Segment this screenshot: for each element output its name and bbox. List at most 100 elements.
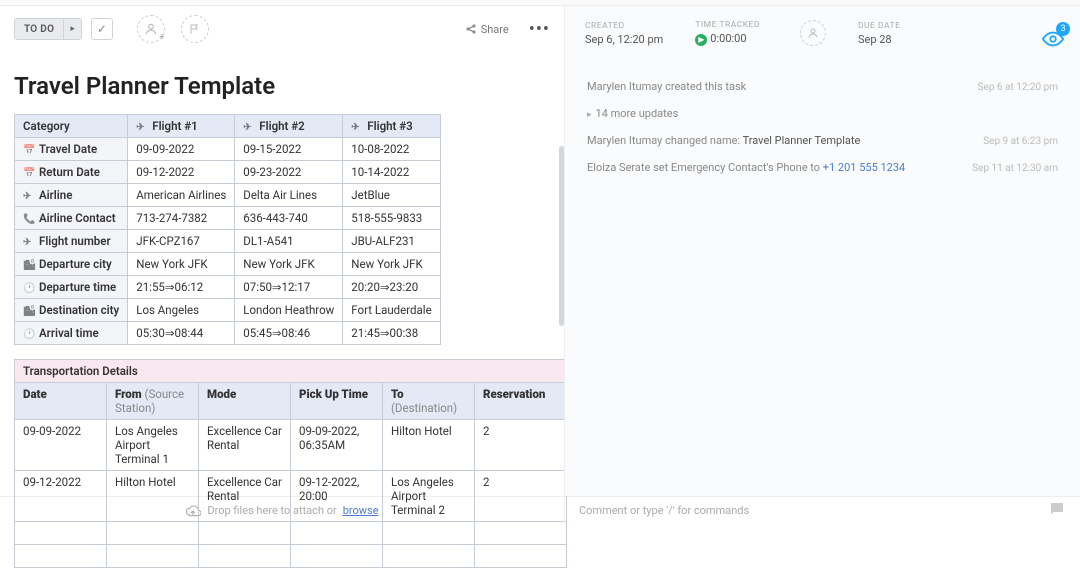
row-icon: 🕐	[23, 329, 35, 340]
activity-pane: CREATED Sep 6, 12:20 pm TIME TRACKED ▶0:…	[564, 6, 1080, 496]
flights-cell[interactable]: Delta Air Lines	[235, 184, 343, 207]
activity-timestamp: Sep 6 at 12:20 pm	[978, 82, 1058, 93]
transport-cell[interactable]	[107, 545, 199, 568]
transport-cell[interactable]: 2	[475, 471, 567, 522]
flights-cell[interactable]: DL1-A541	[235, 230, 343, 253]
activity-log: Marylen Itumay created this taskSep 6 at…	[565, 60, 1080, 208]
transport-cell[interactable]: Excellence Car Rental	[199, 420, 291, 471]
flights-cell[interactable]: Fort Lauderdale	[343, 299, 440, 322]
row-icon: 📅	[23, 168, 35, 179]
activity-more-updates[interactable]: ▸14 more updates	[587, 107, 1058, 120]
table-row: 09-12-2022Hilton HotelExcellence Car Ren…	[15, 471, 567, 522]
transport-cell[interactable]: Los Angeles Airport Terminal 2	[383, 471, 475, 522]
transport-header: From (Source Station)	[107, 383, 199, 420]
flights-cell[interactable]: 09-12-2022	[128, 161, 235, 184]
transport-cell[interactable]	[107, 522, 199, 545]
flight-icon: ✈	[243, 122, 255, 133]
activity-timestamp: Sep 9 at 6:23 pm	[983, 136, 1058, 147]
transport-cell[interactable]	[475, 545, 567, 568]
share-button[interactable]: Share	[465, 23, 509, 36]
flights-row-header: ✈Flight number	[15, 230, 128, 253]
status-button[interactable]: TO DO ▸	[14, 18, 82, 40]
flights-cell[interactable]: JetBlue	[343, 184, 440, 207]
transport-cell[interactable]: 2	[475, 420, 567, 471]
flights-cell[interactable]: 636-443-740	[235, 207, 343, 230]
transport-cell[interactable]	[383, 522, 475, 545]
flights-cell[interactable]: New York JFK	[235, 253, 343, 276]
due-date-label: DUE DATE	[858, 21, 900, 31]
transport-cell[interactable]	[199, 545, 291, 568]
transport-cell[interactable]	[15, 522, 107, 545]
row-icon: 🕐	[23, 283, 35, 294]
task-content-pane: TO DO ▸ ✓ + Share ••• Travel Planner Tem…	[0, 6, 564, 496]
time-tracked-meta[interactable]: TIME TRACKED ▶0:00:00	[695, 20, 760, 45]
flights-row-header: 📅Travel Date	[15, 138, 128, 161]
watchers-button[interactable]: 3	[1042, 28, 1064, 53]
transport-cell[interactable]: Hilton Hotel	[383, 420, 475, 471]
transport-cell[interactable]: 09-12-2022	[15, 471, 107, 522]
flights-cell[interactable]: New York JFK	[128, 253, 235, 276]
flights-cell[interactable]: JBU-ALF231	[343, 230, 440, 253]
flights-row-header: 📅Return Date	[15, 161, 128, 184]
transport-cell[interactable]: 09-09-2022	[15, 420, 107, 471]
created-value: Sep 6, 12:20 pm	[585, 33, 663, 46]
share-label: Share	[481, 23, 509, 36]
transport-cell[interactable]	[383, 545, 475, 568]
flights-cell[interactable]: 21:45⇒00:38	[343, 322, 440, 345]
flight-icon: ✈	[136, 122, 148, 133]
row-icon: ✈	[23, 191, 35, 202]
complete-check-button[interactable]: ✓	[91, 18, 113, 40]
comment-input[interactable]: Comment or type '/' for commands	[564, 497, 1080, 524]
chat-icon	[1048, 500, 1066, 521]
flights-cell[interactable]: 07:50⇒12:17	[235, 276, 343, 299]
row-icon: 📅	[23, 145, 35, 156]
flights-cell[interactable]: 713-274-7382	[128, 207, 235, 230]
transport-cell[interactable]	[15, 545, 107, 568]
flights-header: Category	[15, 115, 128, 138]
flights-row-header: 🏙Departure city	[15, 253, 128, 276]
transport-header: Reservation	[475, 383, 567, 420]
priority-flag-button[interactable]	[181, 15, 209, 43]
transport-cell[interactable]: Excellence Car Rental	[199, 471, 291, 522]
activity-timestamp: Sep 11 at 12:30 am	[972, 163, 1058, 174]
flights-cell[interactable]: 09-09-2022	[128, 138, 235, 161]
flight-icon: ✈	[351, 122, 363, 133]
flights-cell[interactable]: 21:55⇒06:12	[128, 276, 235, 299]
flights-cell[interactable]: 09-23-2022	[235, 161, 343, 184]
flights-header: ✈Flight #3	[343, 115, 440, 138]
table-row	[15, 522, 567, 545]
play-icon: ▶	[695, 34, 707, 46]
flights-cell[interactable]: 09-15-2022	[235, 138, 343, 161]
table-row	[15, 545, 567, 568]
transport-cell[interactable]: Hilton Hotel	[107, 471, 199, 522]
transport-cell[interactable]	[199, 522, 291, 545]
status-label: TO DO	[15, 24, 63, 35]
transport-cell[interactable]	[291, 522, 383, 545]
assignee-placeholder[interactable]	[800, 20, 826, 46]
transport-header: To (Destination)	[383, 383, 475, 420]
transport-cell[interactable]	[475, 522, 567, 545]
transport-cell[interactable]: 09-12-2022, 20:00	[291, 471, 383, 522]
transport-title: Transportation Details	[15, 360, 567, 383]
flights-cell[interactable]: American Airlines	[128, 184, 235, 207]
assignee-button[interactable]: +	[137, 15, 165, 43]
due-date-meta[interactable]: DUE DATE Sep 28	[858, 21, 900, 46]
flights-cell[interactable]: London Heathrow	[235, 299, 343, 322]
flights-cell[interactable]: 10-08-2022	[343, 138, 440, 161]
transport-cell[interactable]	[291, 545, 383, 568]
page-title[interactable]: Travel Planner Template	[0, 52, 564, 114]
flights-cell[interactable]: 518-555-9833	[343, 207, 440, 230]
flights-cell[interactable]: New York JFK	[343, 253, 440, 276]
flights-cell[interactable]: JFK-CPZ167	[128, 230, 235, 253]
flights-cell[interactable]: 20:20⇒23:20	[343, 276, 440, 299]
watchers-count: 3	[1056, 22, 1070, 36]
status-caret-icon[interactable]: ▸	[63, 19, 81, 39]
more-actions-button[interactable]: •••	[529, 19, 550, 40]
flights-cell[interactable]: 10-14-2022	[343, 161, 440, 184]
share-icon	[465, 23, 477, 35]
flights-cell[interactable]: 05:30⇒08:44	[128, 322, 235, 345]
flights-cell[interactable]: Los Angeles	[128, 299, 235, 322]
flights-cell[interactable]: 05:45⇒08:46	[235, 322, 343, 345]
transport-cell[interactable]: Los Angeles Airport Terminal 1	[107, 420, 199, 471]
transport-cell[interactable]: 09-09-2022, 06:35AM	[291, 420, 383, 471]
